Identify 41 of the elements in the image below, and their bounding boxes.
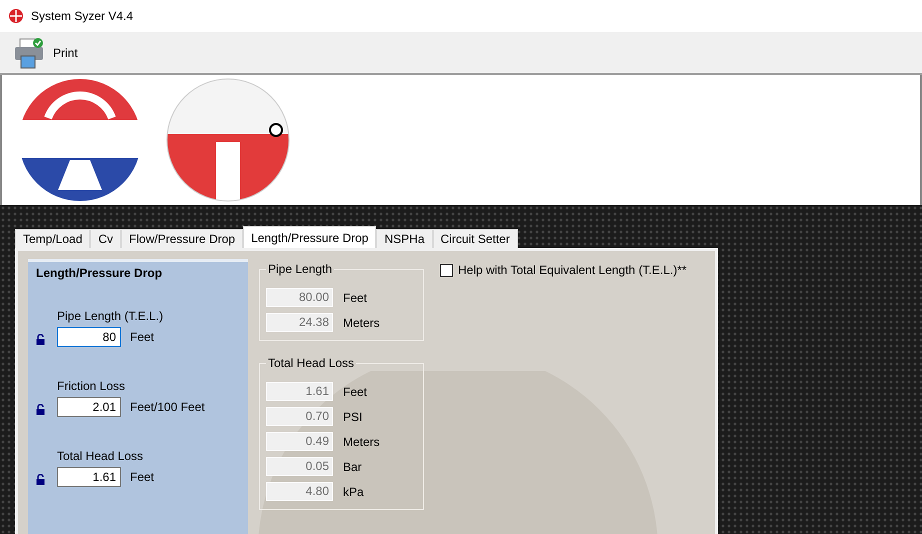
open-padlock-icon[interactable] [36, 334, 45, 344]
unit-label: Feet [343, 384, 368, 400]
print-button[interactable]: Print [10, 34, 80, 70]
open-padlock-icon[interactable] [36, 404, 45, 414]
readonly-field: 80.00 [266, 288, 333, 307]
readonly-field: 0.49 [266, 432, 333, 451]
group-title: Length/Pressure Drop [36, 265, 164, 282]
unit-label: PSI [343, 408, 362, 426]
group-title: Total Head Loss [266, 356, 356, 370]
printer-icon [12, 36, 46, 70]
checkbox[interactable] [440, 264, 453, 276]
group-title: Pipe Length [266, 262, 334, 276]
window-title: System Syzer V4.4 [31, 8, 134, 25]
readonly-field: 1.61 [266, 382, 333, 401]
field-label: Pipe Length (T.E.L.) [56, 308, 164, 325]
unit-label: Meters [343, 314, 380, 332]
readonly-field: 0.70 [266, 407, 333, 426]
unit-label: Feet [130, 469, 154, 486]
unit-label: kPa [343, 484, 364, 500]
field-label: Total Head Loss [56, 448, 144, 465]
readonly-field: 4.80 [266, 482, 333, 501]
field-label: Friction Loss [56, 378, 126, 395]
number-field[interactable]: 1.61 [57, 467, 121, 487]
unit-label: Feet [130, 329, 154, 346]
tab[interactable]: Length/Pressure Drop [243, 226, 376, 248]
unit-label: Feet/100 Feet [130, 399, 205, 416]
tab[interactable]: NSPHa [376, 229, 432, 248]
readonly-field: 24.38 [266, 313, 333, 332]
app-logo-icon [9, 9, 23, 23]
unit-label: Meters [343, 434, 380, 450]
help-checkbox[interactable]: Help with Total Equivalent Length (T.E.L.)** [440, 261, 687, 279]
tab[interactable]: Cv [90, 229, 122, 248]
unit-label: Feet [343, 290, 368, 306]
tab[interactable]: Circuit Setter [432, 229, 518, 248]
number-field[interactable]: 2.01 [57, 397, 121, 417]
tab[interactable]: Temp/Load [15, 229, 90, 248]
number-field[interactable]: 80 [57, 327, 121, 347]
tab[interactable]: Flow/Pressure Drop [121, 229, 244, 248]
open-padlock-icon[interactable] [36, 474, 45, 484]
unit-label: Bar [343, 458, 362, 476]
readonly-field: 0.05 [266, 457, 333, 476]
